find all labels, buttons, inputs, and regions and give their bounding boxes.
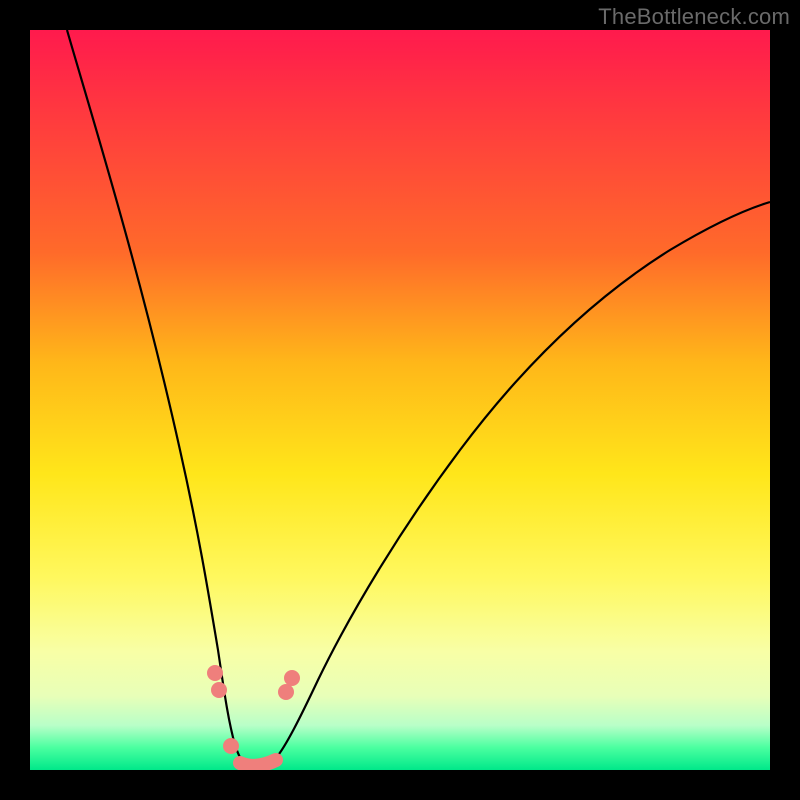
plot-area: [30, 30, 770, 770]
chart-frame: TheBottleneck.com: [0, 0, 800, 800]
marker-left-1: [207, 665, 223, 681]
marker-right-1: [278, 684, 294, 700]
watermark-text: TheBottleneck.com: [598, 4, 790, 30]
marker-left-2: [211, 682, 227, 698]
marker-left-3: [223, 738, 239, 754]
trough-segment: [240, 760, 276, 766]
bottleneck-curve: [67, 30, 770, 769]
curve-layer: [30, 30, 770, 770]
marker-right-2: [284, 670, 300, 686]
